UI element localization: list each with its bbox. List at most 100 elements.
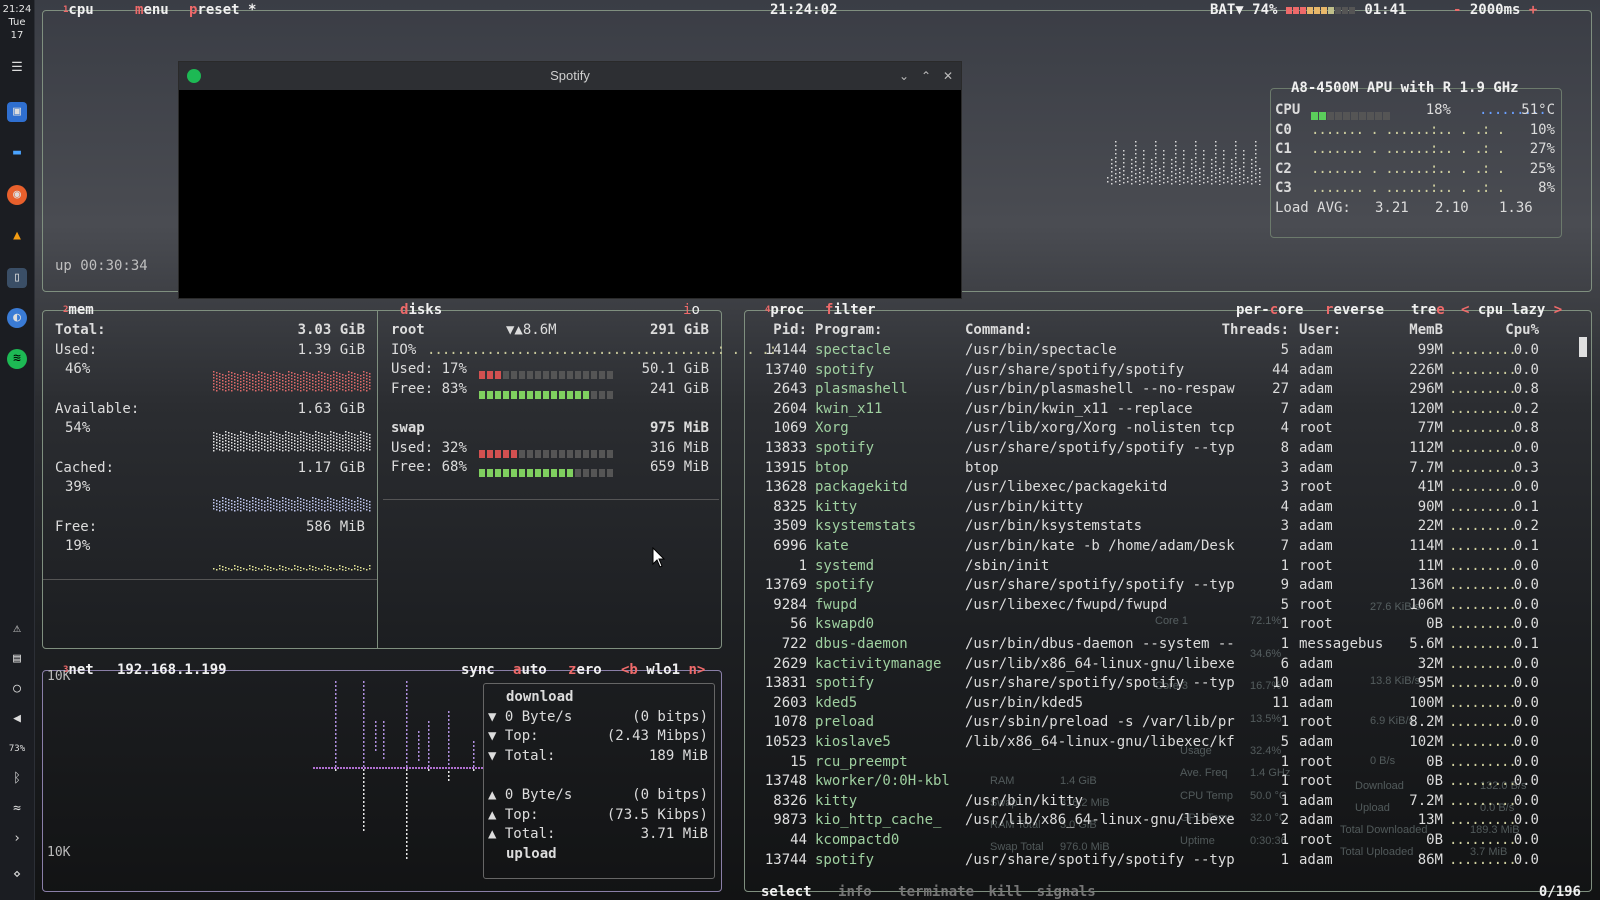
kill-button[interactable]: kill — [988, 884, 1022, 900]
terminal-icon[interactable]: ▯ — [7, 268, 27, 288]
net-sync-button[interactable]: sync — [461, 662, 495, 678]
proc-row[interactable]: 2604 kwin_x11/usr/bin/kwin_x11 --replace 7… — [757, 400, 1577, 420]
proc-row[interactable]: 13831 spotify/usr/share/spotify/spotify -… — [757, 674, 1577, 694]
proc-row[interactable]: 1078 preload/usr/sbin/preload -s /var/lib… — [757, 713, 1577, 733]
mem-graph-dot — [282, 374, 284, 376]
header-command[interactable]: Command: — [965, 321, 1032, 341]
proc-row[interactable]: 8326 kitty/usr/bin/kitty 1 adam 7.2M 0.0.....… — [757, 792, 1577, 812]
terminate-button[interactable]: terminate — [898, 884, 974, 900]
browser-icon[interactable]: ◐ — [7, 308, 27, 328]
files-icon[interactable]: ▬ — [7, 143, 27, 163]
volume-icon[interactable]: ◀ — [7, 709, 27, 729]
proc-tab[interactable]: 4proc — [765, 302, 804, 318]
proc-row[interactable]: 9284 fwupd/usr/libexec/fwupd/fwupd 5 root 10… — [757, 596, 1577, 616]
net-auto-button[interactable]: auto — [513, 662, 547, 678]
proc-row[interactable]: 13628 packagekitd/usr/libexec/packagekitd… — [757, 478, 1577, 498]
minimize-icon[interactable]: ⌄ — [899, 62, 909, 90]
interval-minus-button[interactable]: - — [1453, 2, 1461, 18]
bulb-icon[interactable]: ○ — [7, 679, 27, 699]
mem-graph-dot — [327, 569, 329, 571]
proc-row[interactable]: 10523 kioslave5/lib/x86_64-linux-gnu/libe… — [757, 733, 1577, 753]
proc-scrollbar[interactable] — [1579, 337, 1587, 357]
proc-cell-pid: 1078 — [773, 714, 807, 731]
header-threads[interactable]: Threads: — [1207, 321, 1289, 341]
vlc-icon[interactable]: ▲ — [7, 226, 27, 246]
spotify-icon[interactable]: ≋ — [7, 349, 27, 369]
tree-toggle[interactable]: tree — [1411, 302, 1445, 318]
filter-button[interactable]: filter — [825, 302, 876, 318]
mem-tab[interactable]: 2mem — [63, 302, 94, 318]
proc-row[interactable]: 2629 kactivitymanage/usr/lib/x86_64-linux… — [757, 655, 1577, 675]
menu-icon[interactable]: ⋄ — [7, 865, 27, 885]
proc-row[interactable]: 9873 kio_http_cache_/usr/lib/x86_64-linux… — [757, 811, 1577, 831]
proc-row[interactable]: 722 dbus-daemon/usr/bin/dbus-daemon --sys… — [757, 635, 1577, 655]
mem-graph-dot — [282, 497, 284, 499]
settings-icon[interactable]: ☰ — [7, 58, 27, 78]
mem-graph-dot — [345, 504, 347, 506]
mem-graph-dot — [339, 382, 341, 384]
proc-row[interactable]: 13769 spotify/usr/share/spotify/spotify -… — [757, 576, 1577, 596]
net-zero-button[interactable]: zero — [568, 662, 602, 678]
close-icon[interactable]: ✕ — [943, 62, 953, 90]
firefox-icon[interactable]: ◉ — [7, 185, 27, 205]
proc-row[interactable]: 56 kswapd0 1 root 0B 0.0......... — [757, 615, 1577, 635]
sort-control[interactable]: < cpu lazy > — [1461, 302, 1562, 318]
signals-button[interactable]: signals — [1037, 884, 1096, 900]
expand-icon[interactable]: › — [7, 829, 27, 849]
wifi-icon[interactable]: ≈ — [7, 799, 27, 819]
mem-graph-dot — [264, 379, 266, 381]
mem-graph-dot — [264, 434, 266, 436]
proc-row[interactable]: 8325 kitty/usr/bin/kitty 4 adam 90M 0.1......… — [757, 498, 1577, 518]
header-mem[interactable]: MemB — [1389, 321, 1443, 341]
proc-row[interactable]: 14144 spectacle/usr/bin/spectacle 5 adam 99M… — [757, 341, 1577, 361]
proc-row[interactable]: 44 kcompactd0 1 root 0B 0.0......... — [757, 831, 1577, 851]
proc-row[interactable]: 13915 btop btop 3 adam 7.7M 0.3......... — [757, 459, 1577, 479]
header-user[interactable]: User: — [1299, 321, 1341, 341]
select-button[interactable]: select — [761, 884, 812, 900]
reverse-toggle[interactable]: reverse — [1325, 302, 1384, 318]
proc-row[interactable]: 1069 Xorg/usr/lib/xorg/Xorg -nolisten tcp… — [757, 419, 1577, 439]
taskbar-clock[interactable]: 21:24 Tue 17 — [0, 3, 34, 42]
header-program[interactable]: Program: — [815, 321, 882, 341]
net-graph-dot — [363, 793, 365, 795]
header-pid[interactable]: Pid: — [757, 321, 807, 341]
proc-row[interactable]: 1 systemd/sbin/init 1 root 11M 0.0......... — [757, 557, 1577, 577]
proc-row[interactable]: 13748 kworker/0:0H-kbl 1 root 0B 0.0......... — [757, 772, 1577, 792]
preset-tab[interactable]: preset * — [189, 2, 256, 18]
bluetooth-icon[interactable]: ᛒ — [7, 769, 27, 789]
mem-graph-dot — [249, 385, 251, 387]
net-graph-dot — [418, 751, 420, 753]
proc-row[interactable]: 2603 kded5/usr/bin/kded5 11 adam 100M 0.0....… — [757, 694, 1577, 714]
clipboard-icon[interactable]: ▤ — [7, 649, 27, 669]
battery-icon[interactable]: 73% — [7, 739, 27, 759]
proc-row[interactable]: 13833 spotify/usr/share/spotify/spotify -… — [757, 439, 1577, 459]
net-baseline — [385, 767, 387, 769]
mem-graph-dot — [240, 375, 242, 377]
net-iface[interactable]: <b wlo1 n> — [621, 662, 705, 678]
interval-plus-button[interactable]: + — [1529, 2, 1537, 18]
mem-graph-dot — [348, 499, 350, 501]
spotify-titlebar[interactable]: Spotify ⌄ ⌃ ✕ — [179, 62, 961, 90]
proc-row[interactable]: 3509 ksystemstats/usr/bin/ksystemstats 3 ad… — [757, 517, 1577, 537]
cpu-tab[interactable]: 1cpu — [63, 2, 94, 18]
mem-graph-dot — [228, 432, 230, 434]
net-baseline — [424, 767, 426, 769]
io-tab[interactable]: io — [683, 302, 700, 318]
per-core-toggle[interactable]: per-core — [1236, 302, 1303, 318]
proc-row[interactable]: 13744 spotify/usr/share/spotify/spotify -… — [757, 851, 1577, 871]
menu-tab[interactable]: menu — [135, 2, 169, 18]
notifications-icon[interactable]: ⚠ — [7, 619, 27, 639]
spotify-window[interactable]: Spotify ⌄ ⌃ ✕ — [178, 61, 962, 299]
mem-graph-dot — [324, 382, 326, 384]
proc-row[interactable]: 2643 plasmashell/usr/bin/plasmashell --no… — [757, 380, 1577, 400]
info-button[interactable]: info — [838, 884, 872, 900]
proc-row[interactable]: 13740 spotify/usr/share/spotify/spotify 44… — [757, 361, 1577, 381]
header-cpu[interactable]: Cpu% — [1497, 321, 1539, 341]
maximize-icon[interactable]: ⌃ — [921, 62, 931, 90]
proc-row[interactable]: 6996 kate/usr/bin/kate -b /home/adam/Desk… — [757, 537, 1577, 557]
proc-cell-user: adam — [1299, 577, 1333, 594]
mem-graph-dot — [237, 450, 239, 452]
proc-row[interactable]: 15 rcu_preempt 1 root 0B 0.0......... — [757, 753, 1577, 773]
store-icon[interactable]: ▣ — [7, 102, 27, 122]
disks-tab[interactable]: disks — [400, 302, 442, 318]
